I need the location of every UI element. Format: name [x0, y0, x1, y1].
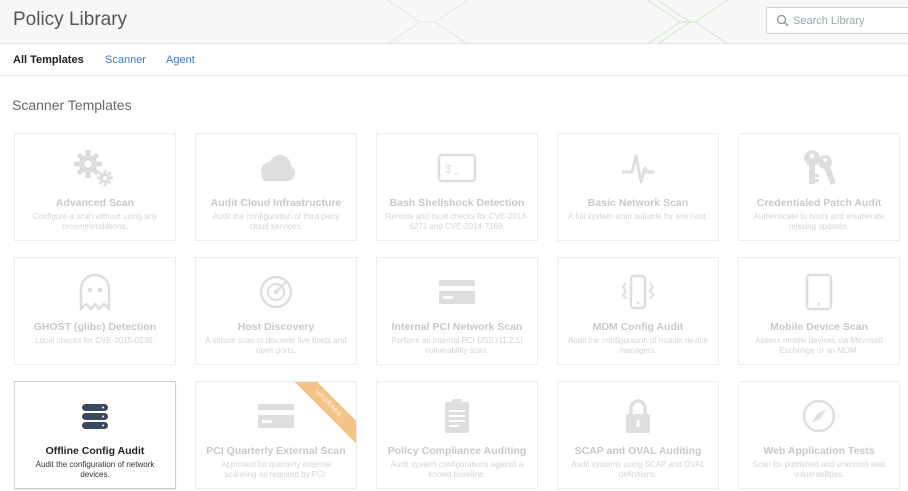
- template-card-host-discovery[interactable]: Host Discovery A simple scan to discover…: [195, 257, 357, 365]
- template-card-bash-shellshock-detection[interactable]: $_ Bash Shellshock Detection Remote and …: [376, 133, 538, 241]
- ghost-icon: [15, 272, 175, 312]
- card-description: A full system scan suitable for any host…: [567, 212, 709, 221]
- tablet-icon: [739, 272, 899, 312]
- template-card-credentialed-patch-audit[interactable]: Credentialed Patch Audit Authenticate to…: [738, 133, 900, 241]
- compass-icon: [739, 396, 899, 436]
- page-title: Policy Library: [13, 9, 128, 30]
- template-card-audit-cloud-infrastructure[interactable]: Audit Cloud Infrastructure Audit the con…: [195, 133, 357, 241]
- card-description: A simple scan to discover live hosts and…: [205, 336, 347, 355]
- keys-icon: [739, 148, 899, 188]
- card-title: Bash Shellshock Detection: [389, 197, 525, 209]
- template-card-offline-config-audit[interactable]: Offline Config Audit Audit the configura…: [14, 381, 176, 489]
- template-card-advanced-scan[interactable]: Advanced Scan Configure a scan without u…: [14, 133, 176, 241]
- card-title: Host Discovery: [237, 321, 315, 333]
- card-description: Perform an internal PCI DSS (11.2.1) vul…: [391, 336, 523, 355]
- tab-scanner[interactable]: Scanner: [105, 54, 146, 66]
- template-card-internal-pci-network-scan[interactable]: Internal PCI Network Scan Perform an int…: [376, 257, 538, 365]
- card-description: Audit the configuration of third-party c…: [212, 212, 340, 231]
- card-description: Authenticate to hosts and enumerate miss…: [753, 212, 885, 231]
- card-title: PCI Quarterly External Scan: [206, 445, 346, 457]
- terminal-icon: $_: [377, 148, 537, 188]
- lock-icon: [558, 396, 718, 436]
- template-card-mobile-device-scan[interactable]: Mobile Device Scan Assess mobile devices…: [738, 257, 900, 365]
- template-card-pci-quarterly-external-scan[interactable]: PCI Quarterly External Scan Approved for…: [195, 381, 357, 489]
- card-title: Mobile Device Scan: [769, 321, 869, 333]
- card-title: Advanced Scan: [55, 197, 135, 209]
- cloud-icon: [196, 148, 356, 188]
- template-card-policy-compliance-auditing[interactable]: Policy Compliance Auditing Audit system …: [376, 381, 538, 489]
- credit-card-icon: [377, 272, 537, 312]
- search-input[interactable]: [793, 12, 908, 30]
- card-title: Offline Config Audit: [45, 445, 145, 457]
- section-title: Scanner Templates: [12, 97, 132, 113]
- gears-icon: [15, 148, 175, 188]
- mobile-vibrate-icon: [558, 272, 718, 312]
- template-card-web-application-tests[interactable]: Web Application Tests Scan for published…: [738, 381, 900, 489]
- template-card-basic-network-scan[interactable]: Basic Network Scan A full system scan su…: [557, 133, 719, 241]
- card-description: Local checks for CVE-2015-0235.: [35, 336, 155, 345]
- card-title: Audit Cloud Infrastructure: [210, 197, 342, 209]
- header-decoration: [386, 0, 729, 43]
- card-title: Policy Compliance Auditing: [387, 445, 527, 457]
- server-stack-icon: [15, 396, 175, 436]
- svg-text:$_: $_: [445, 163, 460, 177]
- card-title: GHOST (glibc) Detection: [33, 321, 157, 333]
- card-title: MDM Config Audit: [592, 321, 684, 333]
- card-description: Scan for published and unknown web vulne…: [752, 460, 886, 479]
- card-description: Configure a scan without using any recom…: [32, 212, 158, 231]
- template-card-mdm-config-audit[interactable]: MDM Config Audit Audit the configuration…: [557, 257, 719, 365]
- card-description: Audit system configurations against a kn…: [390, 460, 524, 479]
- card-description: Audit the configuration of mobile device…: [568, 336, 708, 355]
- card-description: Audit the configuration of network devic…: [35, 460, 155, 479]
- card-title: Web Application Tests: [763, 445, 875, 457]
- card-description: Audit systems using SCAP and OVAL defini…: [571, 460, 705, 479]
- template-tabs: All Templates Scanner Agent: [0, 45, 908, 76]
- card-title: Internal PCI Network Scan: [391, 321, 523, 333]
- card-title: Basic Network Scan: [587, 197, 689, 209]
- card-description: Remote and local checks for CVE-2014-627…: [385, 212, 529, 231]
- search-icon: [776, 14, 789, 27]
- search-box[interactable]: [766, 7, 908, 34]
- tab-all-templates[interactable]: All Templates: [13, 54, 84, 66]
- template-card-scap-and-oval-auditing[interactable]: SCAP and OVAL Auditing Audit systems usi…: [557, 381, 719, 489]
- card-description: Approved for quarterly external scanning…: [221, 460, 331, 479]
- radar-icon: [196, 272, 356, 312]
- page-header: Policy Library: [0, 0, 908, 44]
- template-card-ghost-glibc-detection[interactable]: GHOST (glibc) Detection Local checks for…: [14, 257, 176, 365]
- pulse-icon: [558, 148, 718, 188]
- card-title: Credentialed Patch Audit: [756, 197, 882, 209]
- clipboard-icon: [377, 396, 537, 436]
- card-description: Assess mobile devices via Microsoft Exch…: [754, 336, 884, 355]
- tab-agent[interactable]: Agent: [166, 54, 195, 66]
- card-title: SCAP and OVAL Auditing: [574, 445, 702, 457]
